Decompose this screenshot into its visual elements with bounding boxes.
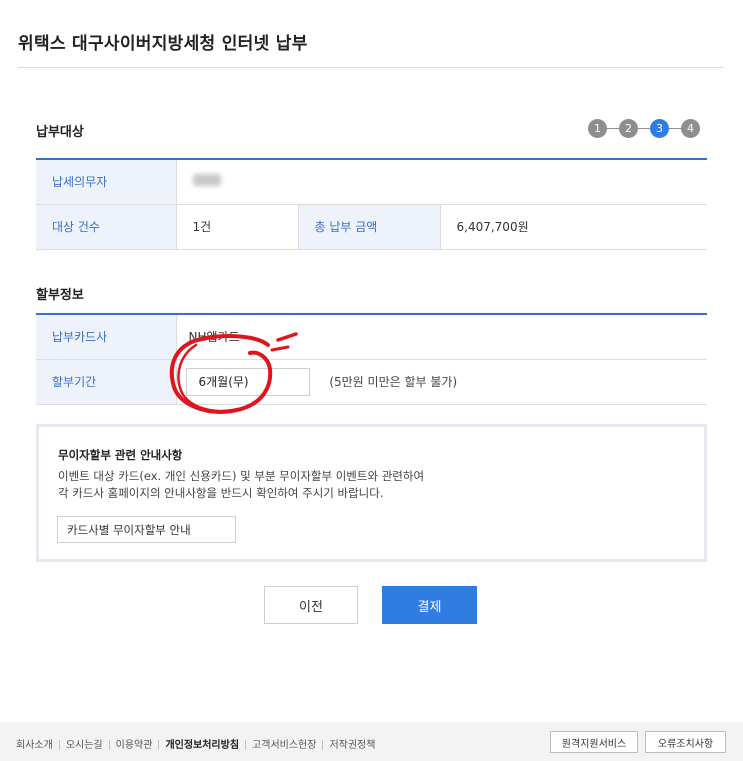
notice-line-1: 이벤트 대상 카드(ex. 개인 신용카드) 및 부분 무이자할부 이벤트와 관…	[58, 469, 425, 483]
count-value: 1건	[176, 204, 299, 250]
interest-free-notice: 무이자할부 관련 안내사항 이벤트 대상 카드(ex. 개인 신용카드) 및 부…	[36, 424, 707, 562]
step-connector	[669, 128, 681, 129]
total-value: 6,407,700원	[440, 204, 707, 250]
taxpayer-label: 납세의무자	[36, 159, 177, 205]
step-2: 2	[619, 119, 638, 138]
step-3-active: 3	[650, 119, 669, 138]
footer-separator	[108, 740, 110, 750]
count-label: 대상 건수	[36, 204, 177, 250]
period-cell: 6개월(무) (5만원 미만은 할부 불가)	[176, 359, 707, 405]
prev-button[interactable]: 이전	[264, 586, 358, 624]
footer-link-copyright[interactable]: 저작권정책	[329, 736, 375, 751]
period-label: 할부기간	[36, 359, 177, 405]
notice-line-2: 각 카드사 홈페이지의 안내사항을 반드시 확인하여 주시기 바랍니다.	[58, 486, 384, 500]
card-interest-free-guide-button[interactable]: 카드사별 무이자할부 안내	[57, 516, 236, 543]
remote-support-button[interactable]: 원격지원서비스	[550, 731, 638, 753]
footer-link-directions[interactable]: 오시는길	[66, 736, 103, 751]
taxpayer-value	[176, 159, 707, 205]
pay-button[interactable]: 결제	[382, 586, 477, 624]
blurred-taxpayer-name	[192, 174, 221, 187]
footer-link-about[interactable]: 회사소개	[16, 736, 53, 751]
installment-title: 할부정보	[36, 288, 84, 303]
installment-table: 납부카드사 NH앱카드 할부기간 6개월(무) (5만원 미만은 할부 불가)	[36, 313, 707, 405]
step-1: 1	[588, 119, 607, 138]
footer-separator	[58, 740, 60, 750]
footer: 회사소개 오시는길 이용약관 개인정보처리방침 고객서비스헌장 저작권정책 원격지원서비스…	[0, 722, 743, 761]
table-row: 대상 건수 1건 총 납부 금액 6,407,700원	[36, 204, 707, 250]
footer-links: 회사소개 오시는길 이용약관 개인정보처리방침 고객서비스헌장 저작권정책	[16, 736, 375, 751]
step-connector	[607, 128, 619, 129]
total-label: 총 납부 금액	[298, 204, 441, 250]
step-indicator: 1 2 3 4	[588, 119, 708, 139]
footer-separator	[158, 740, 160, 750]
footer-link-charter[interactable]: 고객서비스헌장	[252, 736, 316, 751]
period-note: (5만원 미만은 할부 불가)	[329, 375, 458, 389]
card-company-value: NH앱카드	[176, 314, 707, 360]
step-connector	[638, 128, 650, 129]
step-4: 4	[681, 119, 700, 138]
error-fix-button[interactable]: 오류조치사항	[645, 731, 726, 753]
footer-separator	[322, 740, 324, 750]
payment-target-table: 납세의무자 대상 건수 1건 총 납부 금액 6,407,700원	[36, 158, 707, 250]
footer-separator	[245, 740, 247, 750]
installment-period-select[interactable]: 6개월(무)	[185, 367, 310, 396]
table-row: 납세의무자	[36, 159, 707, 205]
page-title: 위택스 대구사이버지방세청 인터넷 납부	[18, 34, 308, 54]
footer-link-privacy[interactable]: 개인정보처리방침	[165, 736, 239, 751]
footer-link-terms[interactable]: 이용약관	[116, 736, 153, 751]
notice-title: 무이자할부 관련 안내사항	[58, 448, 183, 462]
card-company-label: 납부카드사	[36, 314, 177, 360]
table-row: 납부카드사 NH앱카드	[36, 314, 707, 360]
page-header: 위택스 대구사이버지방세청 인터넷 납부	[18, 0, 724, 68]
payment-target-title: 납부대상	[36, 125, 84, 140]
table-row: 할부기간 6개월(무) (5만원 미만은 할부 불가)	[36, 359, 707, 405]
